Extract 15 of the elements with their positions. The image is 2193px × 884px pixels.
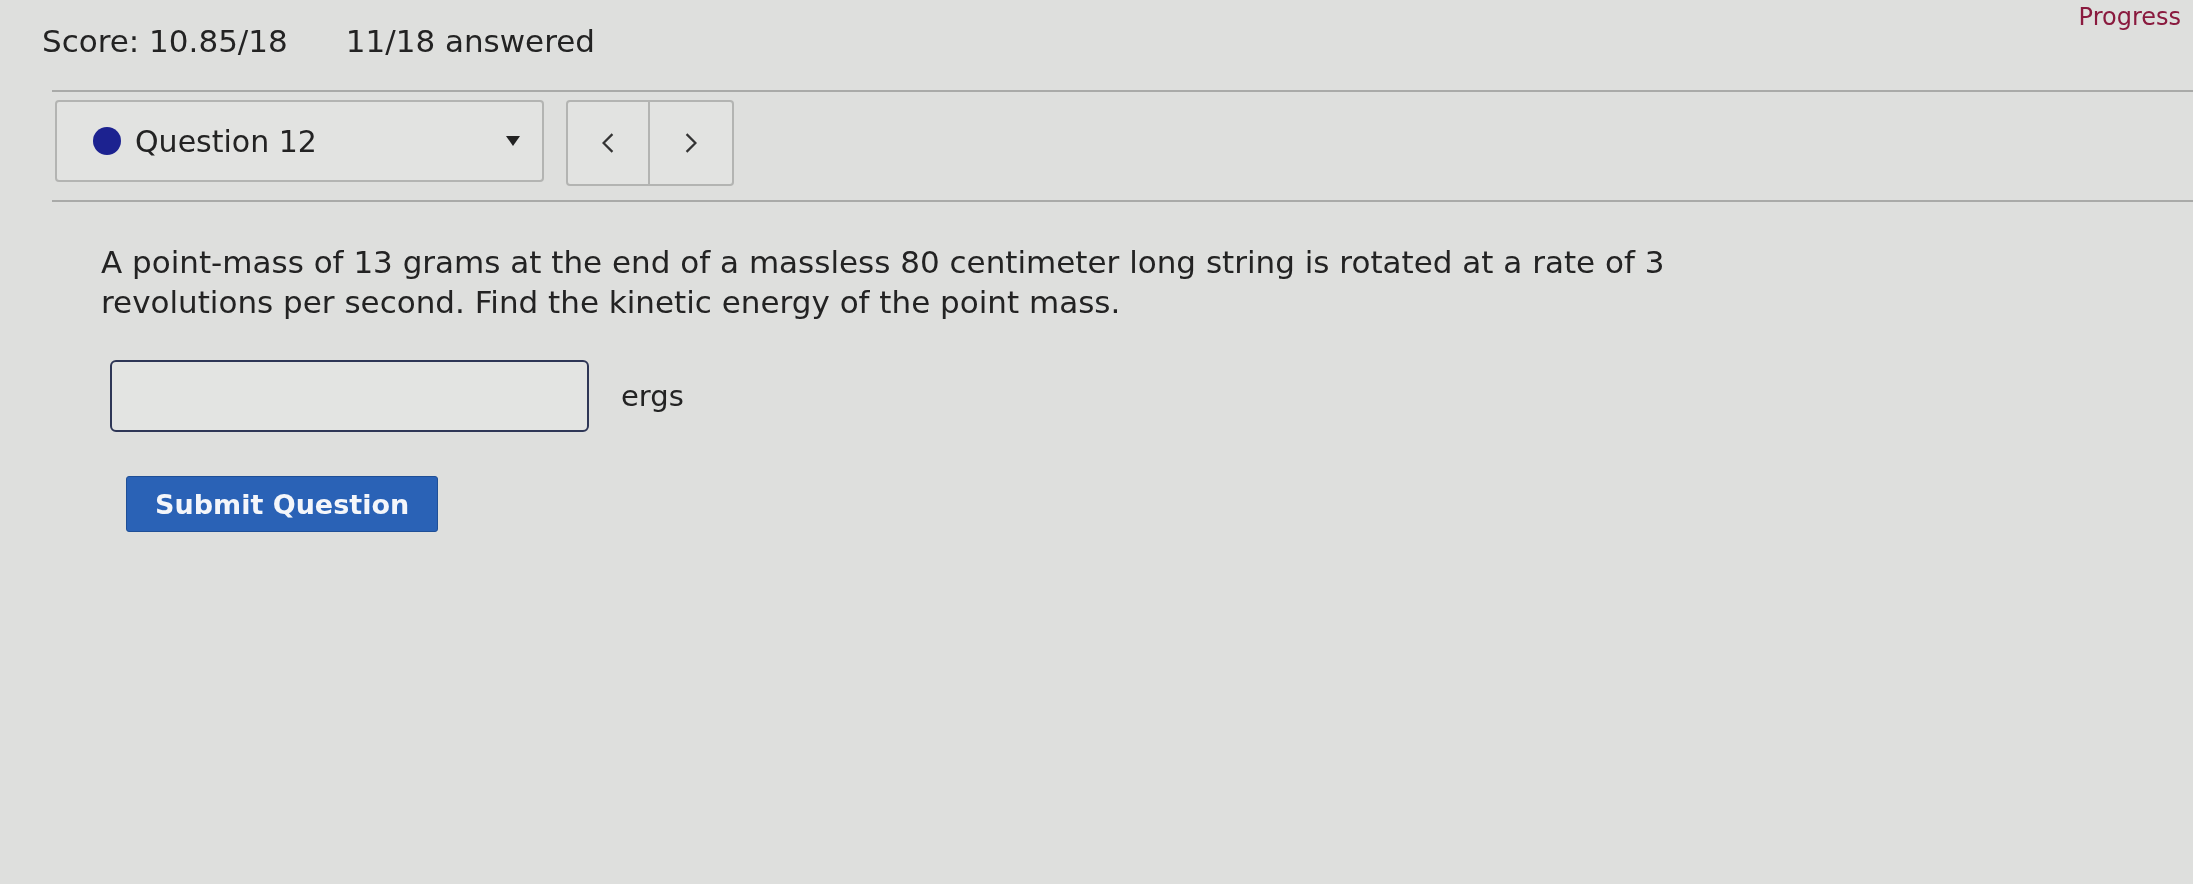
previous-button[interactable] <box>566 100 650 186</box>
status-dot-icon <box>93 127 121 155</box>
score-text: Score: 10.85/18 <box>42 22 288 60</box>
answer-field[interactable] <box>110 360 589 432</box>
chevron-left-icon <box>602 133 614 153</box>
question-label: Question 12 <box>135 123 318 159</box>
caret-icon <box>506 136 520 146</box>
next-button[interactable] <box>650 100 734 186</box>
question-text: A point-mass of 13 grams at the end of a massless 80 centimeter long string is rotated at a rate of 3 revolutions per second. Find the kinetic energy of the point mass. <box>101 243 1666 322</box>
progress-link[interactable]: Progress <box>2078 0 2181 32</box>
unit-label: ergs <box>621 379 684 413</box>
answered-count: 11/18 answered <box>345 22 595 60</box>
chevron-right-icon <box>685 133 697 153</box>
submit-button[interactable]: Submit Question <box>126 476 439 532</box>
question-selector[interactable]: Question 12 <box>55 100 544 182</box>
